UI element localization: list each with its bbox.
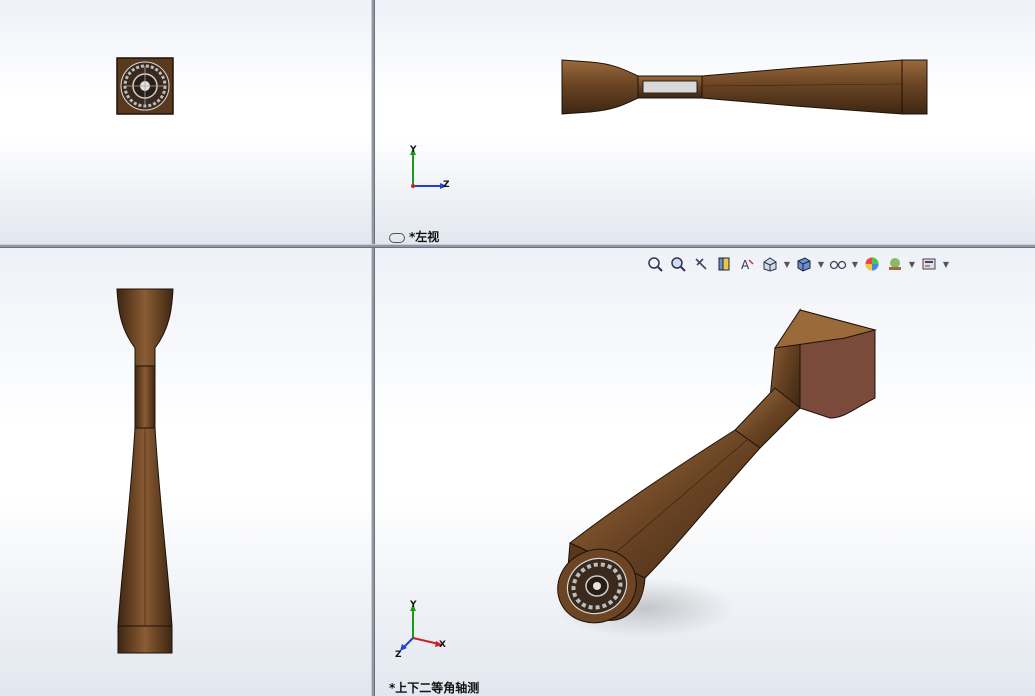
viewport-top[interactable] (0, 248, 371, 696)
left-view-model (561, 59, 928, 115)
axis-label-z: Z (443, 180, 450, 190)
top-view-model (116, 288, 174, 654)
axis-label-z-dimetric: Z (395, 650, 402, 660)
axis-label-y-dimetric: Y (410, 600, 417, 610)
front-view-model (116, 57, 174, 115)
viewport-splitter-vertical[interactable] (371, 0, 375, 696)
viewport-splitter-horizontal[interactable] (0, 244, 1035, 248)
view-name-left: *左视 (409, 230, 440, 244)
link-view-icon (389, 232, 405, 243)
viewport-dimetric[interactable]: A ▼ ▼ ▼ ▼ ▼ Y X Z *上下二等角轴测 (375, 248, 1035, 696)
axis-label-x-dimetric: X (439, 640, 446, 650)
dimetric-view-model (555, 308, 877, 638)
axis-triad-dimetric (400, 604, 443, 651)
viewport-left[interactable]: Y Z *左视 (375, 0, 1035, 244)
view-label-dimetric: *上下二等角轴测 (389, 681, 480, 695)
view-label-left: *左视 (389, 228, 439, 244)
axis-label-y: Y (410, 145, 417, 155)
viewport-front[interactable] (0, 0, 371, 244)
